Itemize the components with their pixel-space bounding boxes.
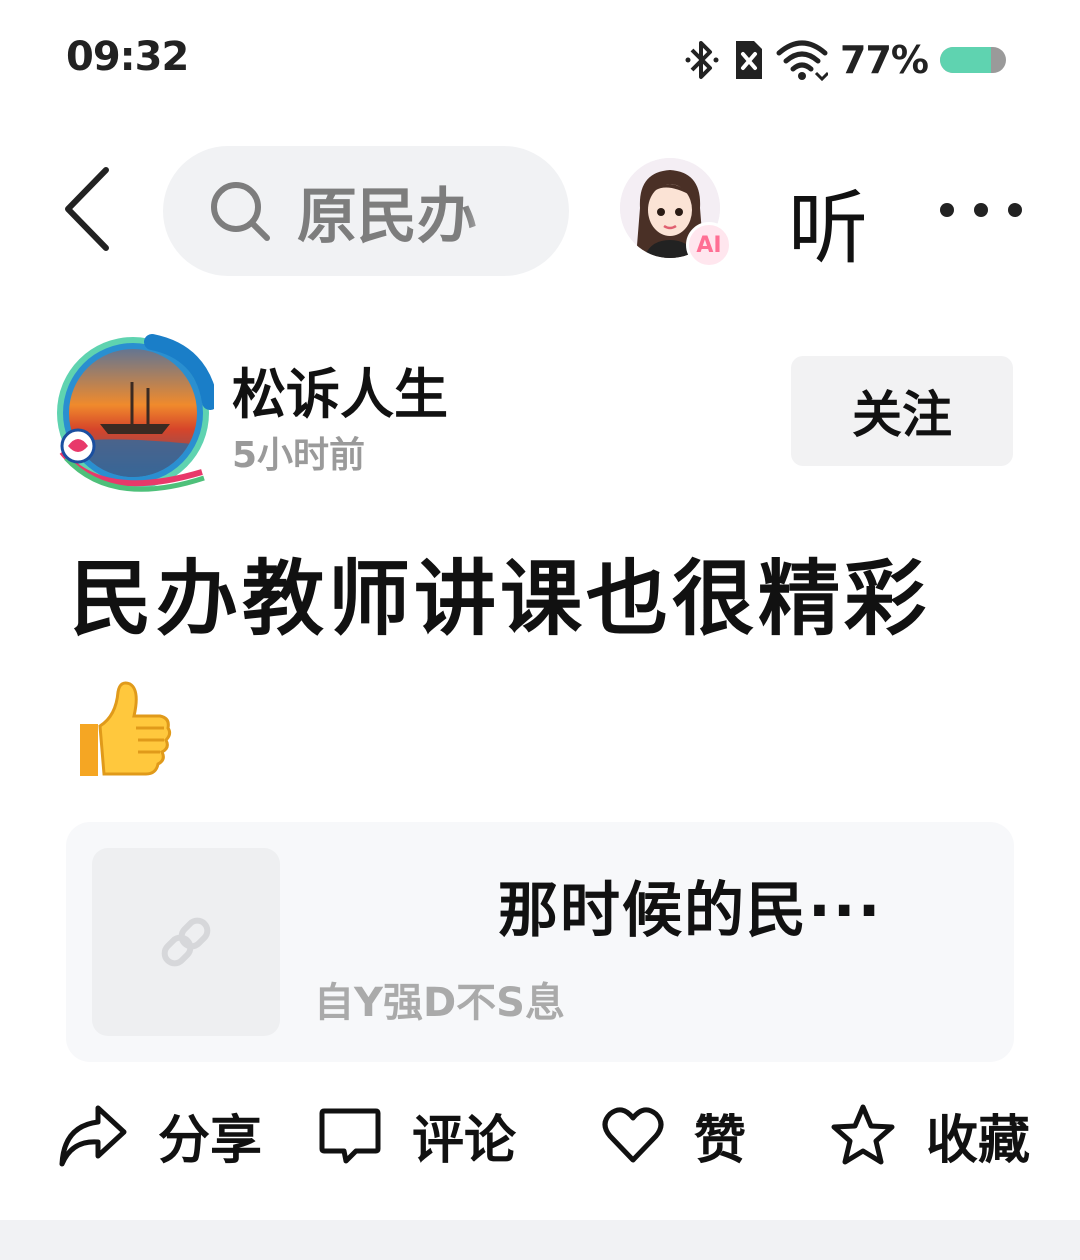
- comment-label: 评论: [412, 1110, 517, 1171]
- sim-blocked-icon: [736, 41, 763, 79]
- favorite-label: 收藏: [926, 1110, 1031, 1171]
- wifi-icon: [776, 40, 829, 81]
- link-icon: [161, 917, 211, 967]
- author-name[interactable]: 松诉人生: [232, 350, 448, 429]
- status-icons: 77%: [684, 36, 1006, 84]
- battery-fill: [940, 47, 991, 73]
- search-query: 原民办: [297, 181, 477, 252]
- thumbs-up-emoji-icon: [80, 681, 172, 776]
- link-thumbnail: [92, 848, 280, 1036]
- more-dot: [1008, 203, 1022, 217]
- back-button[interactable]: [52, 164, 122, 254]
- author-avatar[interactable]: [52, 332, 218, 494]
- status-time: 09:32: [66, 34, 189, 80]
- search-box[interactable]: 原民办: [163, 146, 569, 276]
- link-card[interactable]: 那时候的民··· 自Y强D不S息: [66, 822, 1014, 1062]
- battery-percent: 77%: [840, 38, 929, 82]
- more-button[interactable]: [936, 180, 1026, 240]
- back-chevron-icon: [65, 167, 109, 251]
- more-dots-icon: [940, 203, 954, 217]
- battery-icon: [940, 47, 1006, 73]
- ai-badge: AI: [686, 222, 732, 268]
- listen-button[interactable]: 听: [788, 164, 868, 280]
- bottom-divider: [0, 1220, 1080, 1260]
- follow-button[interactable]: 关注: [791, 356, 1013, 466]
- share-button[interactable]: 分享: [58, 1090, 262, 1180]
- favorite-button[interactable]: 收藏: [830, 1090, 1030, 1180]
- post-title: 民办教师讲课也很精彩: [70, 552, 931, 647]
- link-title: 那时候的民···: [498, 876, 883, 946]
- search-icon: [211, 182, 270, 241]
- comment-icon: [319, 1108, 381, 1164]
- top-nav: 原民办 AI 听: [0, 140, 1080, 280]
- action-bar: 分享 评论 赞 收藏: [0, 1090, 1080, 1190]
- post-time: 5小时前: [232, 435, 366, 476]
- more-dot: [974, 203, 988, 217]
- comment-button[interactable]: 评论: [318, 1090, 516, 1180]
- share-icon: [59, 1105, 127, 1167]
- link-source: 自Y强D不S息: [314, 980, 565, 1026]
- like-label: 赞: [694, 1110, 747, 1171]
- star-icon: [831, 1104, 895, 1165]
- bluetooth-icon: [685, 41, 719, 79]
- status-bar: 09:32 77%: [0, 0, 1080, 110]
- ai-assistant-button[interactable]: AI: [620, 158, 732, 268]
- like-button[interactable]: 赞: [602, 1090, 746, 1180]
- author-avatar-image: [57, 334, 218, 492]
- heart-icon: [602, 1107, 664, 1163]
- author-row: 松诉人生 5小时前 关注: [0, 330, 1080, 500]
- share-label: 分享: [158, 1110, 263, 1171]
